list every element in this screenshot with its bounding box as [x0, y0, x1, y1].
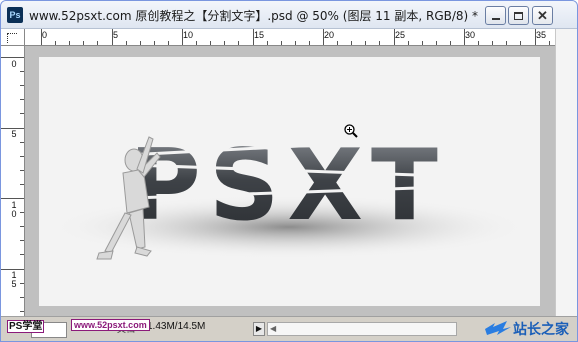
- minimize-icon: [491, 17, 500, 20]
- ruler-tick: [167, 41, 169, 45]
- ruler-tick: [1, 127, 24, 129]
- ruler-tick: [111, 29, 113, 45]
- watermark-brand: PS学堂: [7, 320, 45, 333]
- ruler-tick: [464, 29, 465, 45]
- title-bar[interactable]: Ps www.52psxt.com 原创教程之【分割文字】.psd @ 50% …: [1, 1, 577, 29]
- ruler-tick: [280, 41, 282, 45]
- ruler-tick: [55, 41, 57, 45]
- status-menu-button[interactable]: ▶: [253, 322, 265, 336]
- ruler-tick: [323, 29, 324, 45]
- document-canvas[interactable]: PSXT: [39, 57, 540, 306]
- photoshop-app-icon: Ps: [7, 7, 23, 23]
- ruler-tick: [407, 41, 409, 45]
- ruler-label: 30: [465, 30, 476, 40]
- ruler-tick: [20, 212, 24, 214]
- close-button[interactable]: ✕: [532, 6, 553, 25]
- watermark-right: 站长之家: [483, 315, 575, 341]
- ruler-tick: [20, 155, 24, 157]
- document-window: Ps www.52psxt.com 原创教程之【分割文字】.psd @ 50% …: [0, 0, 578, 342]
- ruler-tick: [182, 29, 183, 45]
- ruler-tick: [308, 41, 310, 45]
- maximize-button[interactable]: [508, 6, 529, 25]
- ruler-tick: [20, 113, 24, 115]
- ruler-tick: [421, 41, 423, 45]
- ruler-tick: [365, 41, 367, 45]
- ruler-tick: [449, 41, 451, 45]
- watermark-brand-right: 站长之家: [513, 322, 569, 338]
- ruler-tick: [20, 226, 24, 228]
- ruler-tick: [139, 41, 141, 45]
- watermark-left: PS学堂: [7, 317, 45, 333]
- ruler-tick: [20, 183, 24, 185]
- ruler-label: 10: [183, 30, 194, 40]
- maximize-icon: [514, 11, 523, 20]
- ruler-tick: [20, 99, 24, 101]
- horizontal-ruler[interactable]: 0 5 10 15 20 25 30 35: [25, 29, 555, 46]
- ruler-tick: [224, 41, 226, 45]
- ruler-tick: [83, 41, 85, 45]
- ruler-tick: [351, 41, 353, 45]
- ruler-tick: [379, 41, 381, 45]
- ruler-tick: [1, 268, 24, 270]
- ruler-tick: [20, 71, 24, 73]
- ruler-tick: [20, 240, 24, 242]
- watermark-url: www.52psxt.com: [71, 319, 150, 331]
- ruler-label: 5: [11, 129, 17, 139]
- artwork: PSXT: [49, 129, 529, 260]
- vertical-ruler[interactable]: 0 5 10 15: [1, 46, 25, 316]
- ruler-tick: [337, 41, 339, 45]
- ruler-tick: [20, 169, 24, 171]
- ruler-label: 10: [11, 200, 17, 219]
- ruler-tick: [492, 41, 494, 45]
- ruler-tick: [69, 41, 71, 45]
- ruler-tick: [125, 41, 127, 45]
- minimize-button[interactable]: [485, 6, 506, 25]
- ruler-tick: [20, 254, 24, 256]
- ruler-label: 25: [395, 30, 406, 40]
- ruler-tick: [1, 198, 24, 199]
- ruler-label: 0: [11, 59, 17, 69]
- ruler-label: 20: [324, 30, 335, 40]
- scroll-left-icon[interactable]: ◀: [270, 325, 278, 333]
- zoom-in-icon: [344, 124, 358, 138]
- ruler-label: 0: [42, 30, 48, 40]
- ruler-tick: [20, 85, 24, 87]
- close-icon: ✕: [537, 8, 548, 23]
- ruler-tick: [20, 141, 24, 143]
- ruler-tick: [294, 41, 296, 45]
- ruler-tick: [196, 41, 198, 45]
- horizontal-scrollbar[interactable]: ◀: [267, 322, 457, 336]
- ruler-tick: [97, 41, 99, 45]
- ruler-tick: [153, 41, 155, 45]
- window-title: www.52psxt.com 原创教程之【分割文字】.psd @ 50% (图层…: [29, 9, 479, 23]
- chinaz-logo-icon: [485, 321, 511, 335]
- ruler-label: 15: [11, 270, 17, 289]
- vertical-scrollbar[interactable]: [555, 29, 577, 316]
- ruler-tick: [20, 282, 24, 284]
- ruler-tick: [20, 296, 24, 298]
- ruler-tick: [506, 41, 508, 45]
- ruler-tick: [478, 41, 480, 45]
- ruler-tick: [548, 41, 550, 45]
- ruler-tick: [210, 41, 212, 45]
- ruler-label: 35: [536, 30, 547, 40]
- ruler-tick: [520, 41, 522, 45]
- ruler-tick: [534, 29, 536, 45]
- ruler-tick: [1, 57, 24, 58]
- ruler-tick: [435, 41, 437, 45]
- ruler-tick: [252, 29, 254, 45]
- ruler-tick: [41, 29, 42, 45]
- ruler-tick: [393, 29, 395, 45]
- ruler-tick: [266, 41, 268, 45]
- ruler-origin[interactable]: [1, 29, 25, 46]
- doc-size-value: 1.43M/14.5M: [147, 321, 206, 332]
- ruler-tick: [20, 310, 24, 312]
- ruler-label: 5: [113, 30, 119, 40]
- ruler-tick: [238, 41, 240, 45]
- ruler-label: 15: [254, 30, 265, 40]
- pasteboard: PSXT: [25, 46, 555, 316]
